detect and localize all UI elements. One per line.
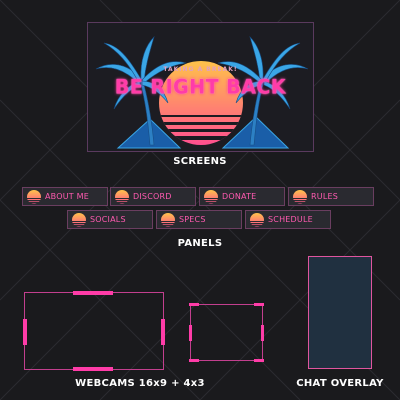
sun-icon (249, 213, 265, 227)
panel-discord: DISCORD (110, 187, 196, 206)
screens-caption: SCREENS (173, 156, 227, 167)
panel-label: DONATE (222, 192, 257, 201)
frame-accent (254, 303, 264, 306)
frame-accent (73, 291, 113, 295)
frame-accent (189, 359, 199, 362)
webcam-frame-16x9 (23, 291, 165, 371)
sun-icon (71, 213, 87, 227)
panel-label: SCHEDULE (268, 215, 313, 224)
chat-overlay-frame (308, 256, 372, 369)
panel-donate: DONATE (199, 187, 285, 206)
frame-accent (261, 325, 264, 341)
frame-accent (189, 303, 199, 306)
panel-schedule: SCHEDULE (245, 210, 331, 229)
panel-label: ABOUT ME (45, 192, 89, 201)
panel-rules: RULES (288, 187, 374, 206)
brb-title: BE RIGHT BACK (114, 75, 287, 99)
panel-label: RULES (311, 192, 339, 201)
panel-socials: SOCIALS (67, 210, 153, 229)
panel-specs: SPECS (156, 210, 242, 229)
frame-accent (161, 319, 165, 345)
sun-graphic (159, 61, 243, 145)
panel-label: SPECS (179, 215, 206, 224)
panel-label: SOCIALS (90, 215, 126, 224)
sun-icon (114, 190, 130, 204)
webcams-caption: WEBCAMS 16x9 + 4x3 (75, 378, 205, 389)
sun-icon (26, 190, 42, 204)
chat-caption: CHAT OVERLAY (296, 378, 384, 389)
frame-accent (254, 359, 264, 362)
brb-screen-preview: TAKING A BREAK! BE RIGHT BACK (87, 22, 314, 152)
sun-icon (292, 190, 308, 204)
frame-accent (23, 319, 27, 345)
panel-label: DISCORD (133, 192, 172, 201)
sun-icon (203, 190, 219, 204)
frame-accent (189, 325, 192, 341)
webcam-frame-4x3 (189, 303, 264, 362)
panels-caption: PANELS (177, 238, 223, 249)
brb-subtitle: TAKING A BREAK! (163, 66, 238, 73)
panel-about-me: ABOUT ME (22, 187, 108, 206)
frame-accent (73, 367, 113, 371)
sun-icon (160, 213, 176, 227)
